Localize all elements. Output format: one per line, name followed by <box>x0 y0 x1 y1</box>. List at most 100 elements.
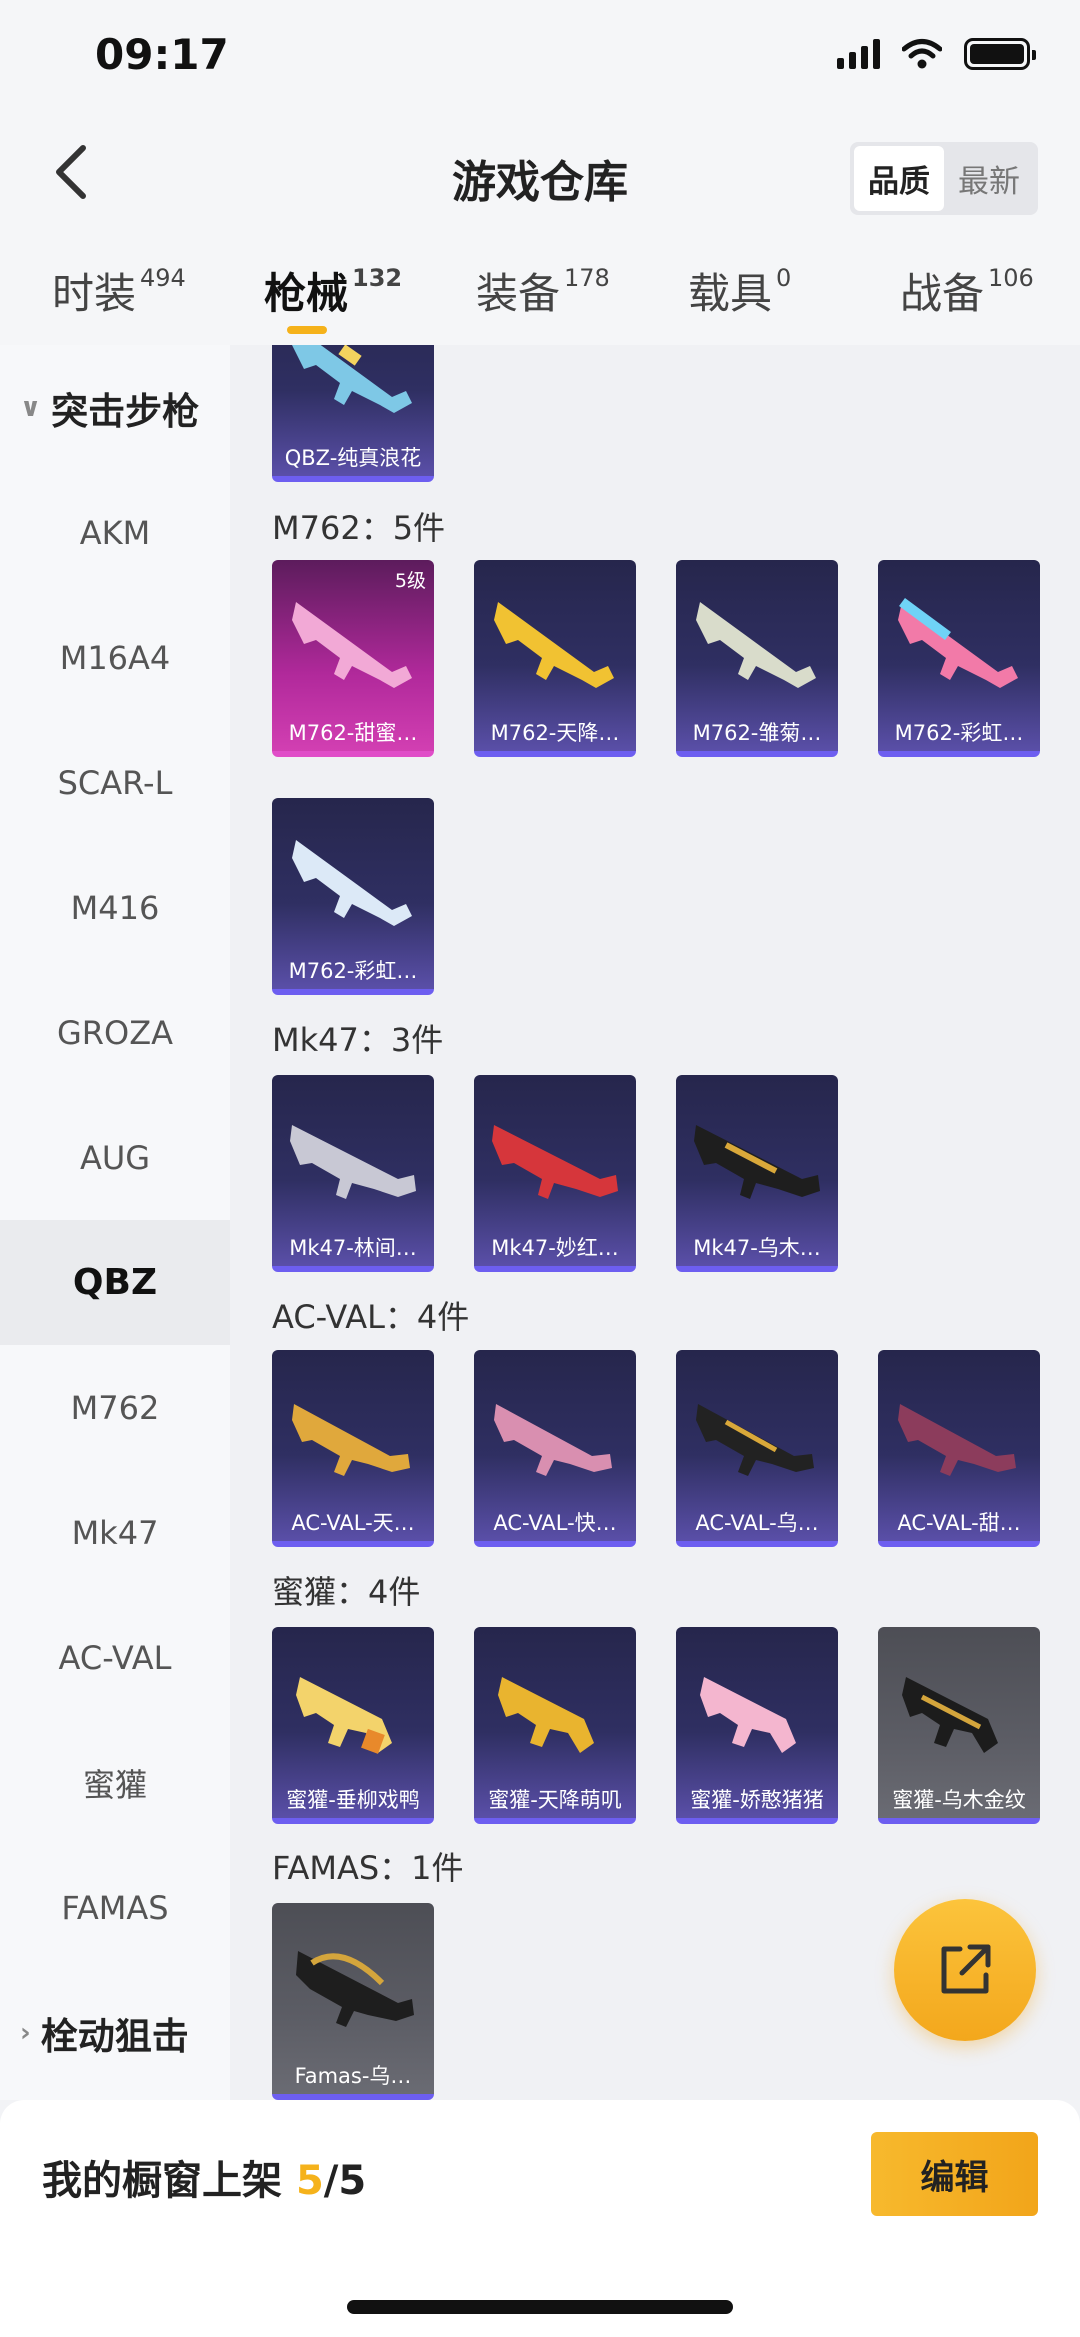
skin-card[interactable]: 5级 M762-甜蜜… <box>272 560 434 757</box>
skin-name: 蜜獾-乌木金纹 <box>892 1788 1026 1812</box>
sidebar-item-m416[interactable]: M416 <box>0 845 230 970</box>
skin-card[interactable]: AC-VAL-快… <box>474 1350 636 1547</box>
home-indicator <box>347 2300 733 2314</box>
rifle-skin-icon <box>694 1125 820 1199</box>
sidebar-item-m16a4[interactable]: M16A4 <box>0 595 230 720</box>
wifi-icon <box>902 39 942 69</box>
skin-name: 蜜獾-娇憨猪猪 <box>690 1788 824 1812</box>
sidebar-item-scar-l[interactable]: SCAR-L <box>0 720 230 845</box>
skin-name: AC-VAL-快… <box>493 1511 617 1535</box>
skin-card[interactable]: M762-彩虹… <box>878 560 1040 757</box>
skin-card[interactable]: M762-彩虹… <box>272 798 434 995</box>
section-title: AC-VAL：4件 <box>272 1298 470 1336</box>
skin-card[interactable]: 蜜獾-娇憨猪猪 <box>676 1627 838 1824</box>
header: 游戏仓库 品质 最新 <box>0 120 1080 230</box>
tab-supplies[interactable]: 战备 106 <box>900 260 1034 321</box>
sidebar-group-bolt-snipers[interactable]: › 栓动狙击 <box>0 1970 230 2095</box>
skin-name: AC-VAL-乌… <box>695 1511 819 1535</box>
showcase-label: 我的橱窗上架 5/5 <box>42 2148 366 2206</box>
rifle-skin-icon <box>898 597 1018 688</box>
skin-name: QBZ-纯真浪花 <box>284 446 422 470</box>
rifle-skin-icon <box>292 1404 410 1476</box>
skin-name: Mk47-林间… <box>289 1236 417 1260</box>
tab-label: 战备 <box>900 269 985 318</box>
rifle-skin-icon <box>290 1125 416 1199</box>
skin-name: Mk47-妙红… <box>491 1236 619 1260</box>
rifle-skin-icon <box>292 602 412 688</box>
skin-card[interactable]: 蜜獾-垂柳戏鸭 <box>272 1627 434 1824</box>
sort-toggle: 品质 最新 <box>850 142 1038 215</box>
sidebar-item-qbz[interactable]: QBZ <box>0 1220 230 1345</box>
skin-card[interactable]: Mk47-林间… <box>272 1075 434 1272</box>
skin-name: Famas-乌… <box>294 2064 412 2088</box>
rifle-skin-icon <box>292 345 412 413</box>
tab-label: 装备 <box>476 269 561 318</box>
skin-card[interactable]: Mk47-乌木… <box>676 1075 838 1272</box>
sort-option-newest[interactable]: 最新 <box>944 146 1034 211</box>
section-title: 蜜獾：4件 <box>272 1573 421 1611</box>
sidebar-item-m762[interactable]: M762 <box>0 1345 230 1470</box>
tab-equipment[interactable]: 装备 178 <box>476 260 610 321</box>
showcase-text: 我的橱窗上架 <box>42 2158 282 2204</box>
tab-vehicles[interactable]: 载具 0 <box>688 260 791 321</box>
chevron-down-icon: ∨ <box>20 392 42 423</box>
skin-name: AC-VAL-天… <box>291 1511 415 1535</box>
active-tab-indicator <box>287 326 327 334</box>
weapon-grid: QBZ-纯真浪花 M762：5件 5级 M762-甜蜜… M762-天降… M7… <box>230 345 1080 2100</box>
status-time: 09:17 <box>95 30 229 79</box>
tab-label: 枪械 <box>264 269 349 318</box>
rifle-skin-icon <box>898 1404 1016 1476</box>
sidebar-item-ac-val[interactable]: AC-VAL <box>0 1595 230 1720</box>
skin-name: 蜜獾-天降萌叽 <box>488 1788 622 1812</box>
share-button[interactable] <box>894 1899 1036 2041</box>
skin-card[interactable]: Famas-乌… <box>272 1903 434 2100</box>
skin-card[interactable]: 蜜獾-天降萌叽 <box>474 1627 636 1824</box>
tab-count: 132 <box>352 264 403 292</box>
showcase-current-count: 5 <box>295 2158 324 2204</box>
skin-name: M762-彩虹… <box>288 959 418 983</box>
sidebar-item-mk47[interactable]: Mk47 <box>0 1470 230 1595</box>
rifle-skin-icon <box>292 840 412 926</box>
weapon-type-sidebar: ∨ 突击步枪 AKM M16A4 SCAR-L M416 GROZA AUG Q… <box>0 345 230 2100</box>
skin-card[interactable]: QBZ-纯真浪花 <box>272 345 434 482</box>
section-title: M762：5件 <box>272 509 446 547</box>
sort-option-quality[interactable]: 品质 <box>854 146 944 211</box>
rifle-skin-icon <box>296 1677 392 1754</box>
sidebar-item-akm[interactable]: AKM <box>0 470 230 595</box>
skin-card[interactable]: M762-天降… <box>474 560 636 757</box>
skin-card[interactable]: AC-VAL-甜… <box>878 1350 1040 1547</box>
tab-count: 494 <box>140 264 186 292</box>
sidebar-group-label: 突击步枪 <box>51 389 200 433</box>
rifle-skin-icon <box>494 602 614 688</box>
sidebar-item-aug[interactable]: AUG <box>0 1095 230 1220</box>
rifle-skin-icon <box>494 1404 612 1476</box>
skin-name: 蜜獾-垂柳戏鸭 <box>286 1788 420 1812</box>
edit-button[interactable]: 编辑 <box>871 2132 1038 2216</box>
status-bar: 09:17 <box>0 0 1080 120</box>
sidebar-item-honey-badger[interactable]: 蜜獾 <box>0 1720 230 1845</box>
tab-label: 载具 <box>688 269 773 318</box>
sidebar-item-groza[interactable]: GROZA <box>0 970 230 1095</box>
skin-name: Mk47-乌木… <box>693 1236 821 1260</box>
rifle-skin-icon <box>700 1677 796 1753</box>
skin-card[interactable]: 蜜獾-乌木金纹 <box>878 1627 1040 1824</box>
tab-fashion[interactable]: 时装 494 <box>52 260 186 321</box>
sidebar-group-label: 栓动狙击 <box>40 2014 189 2058</box>
skin-card[interactable]: M762-雏菊… <box>676 560 838 757</box>
sidebar-group-assault-rifles[interactable]: ∨ 突击步枪 <box>0 345 230 470</box>
rifle-skin-icon <box>498 1677 594 1753</box>
rifle-skin-icon <box>492 1125 618 1199</box>
skin-card[interactable]: AC-VAL-天… <box>272 1350 434 1547</box>
skin-card[interactable]: Mk47-妙红… <box>474 1075 636 1272</box>
share-external-icon <box>941 1944 991 1994</box>
rifle-skin-icon <box>296 1951 414 2027</box>
tab-count: 178 <box>564 264 610 292</box>
skin-card[interactable]: AC-VAL-乌… <box>676 1350 838 1547</box>
tab-guns[interactable]: 枪械 132 <box>264 260 402 321</box>
tab-count: 0 <box>776 264 792 292</box>
rifle-skin-icon <box>696 602 816 688</box>
battery-icon <box>964 38 1036 70</box>
section-title: Mk47：3件 <box>272 1021 444 1059</box>
sidebar-item-famas[interactable]: FAMAS <box>0 1845 230 1970</box>
status-icons <box>837 38 1036 70</box>
